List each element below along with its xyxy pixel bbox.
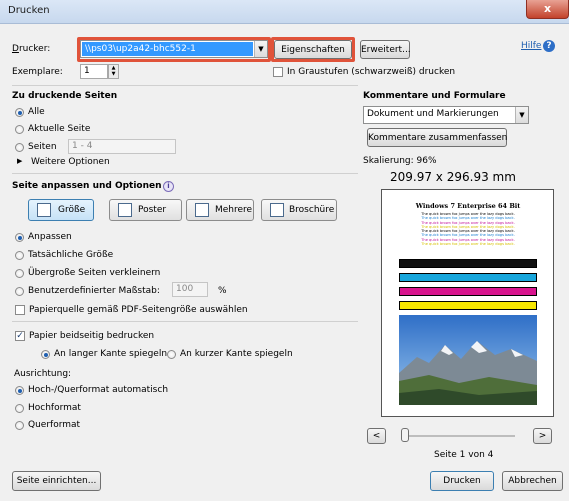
size-mode-button[interactable]: Größe: [28, 199, 94, 221]
radio-custom-scale[interactable]: [15, 287, 24, 296]
radio-pages-label: Seiten: [28, 142, 57, 152]
title-bar: [0, 0, 569, 24]
pages-header: Zu druckende Seiten: [12, 91, 118, 101]
printer-select[interactable]: \\ps03\up2a42-bhc552-1 ▼: [80, 40, 268, 58]
comments-value: Dokument und Markierungen: [367, 109, 499, 119]
triangle-right-icon[interactable]: ▶: [17, 157, 22, 165]
paper-source-label: Papierquelle gemäß PDF-Seitengröße auswä…: [29, 305, 248, 315]
radio-all-label: Alle: [28, 107, 45, 117]
radio-portrait-label: Hochformat: [28, 403, 81, 413]
poster-icon: [118, 203, 132, 217]
more-options-link[interactable]: Weitere Optionen: [31, 157, 110, 167]
poster-mode-button[interactable]: Poster: [109, 199, 182, 221]
help-link[interactable]: Hilfe: [521, 41, 541, 51]
page-setup-button[interactable]: Seite einrichten...: [12, 471, 101, 491]
chevron-down-icon[interactable]: ▼: [515, 107, 528, 123]
copies-label: Exemplare:: [12, 67, 63, 77]
radio-fit[interactable]: [15, 233, 24, 242]
page-slider-thumb[interactable]: [401, 428, 409, 442]
preview-sample-text: The quick brown fox jumps over the lazy …: [421, 212, 515, 247]
print-preview: Windows 7 Enterprise 64 Bit The quick br…: [381, 189, 554, 417]
magenta-bar: [399, 287, 537, 296]
yellow-bar: [399, 301, 537, 310]
scale-label: Skalierung: 96%: [363, 156, 437, 166]
page-info: Seite 1 von 4: [434, 450, 494, 460]
radio-actual-label: Tatsächliche Größe: [28, 250, 114, 260]
multiple-pages-icon: [195, 203, 209, 217]
orientation-label: Ausrichtung:: [14, 369, 72, 379]
duplex-label: Papier beidseitig bedrucken: [29, 331, 155, 341]
divider: [12, 321, 358, 322]
printer-value: \\ps03\up2a42-bhc552-1: [82, 42, 253, 56]
radio-all[interactable]: [15, 108, 24, 117]
size-mode-label: Größe: [58, 205, 86, 215]
size-icon: [37, 203, 51, 217]
poster-mode-label: Poster: [138, 205, 167, 215]
sizing-header: Seite anpassen und Optionen: [12, 181, 162, 191]
printer-label: Drucker:: [12, 44, 51, 54]
booklet-icon: [270, 203, 284, 217]
radio-auto-label: Hoch-/Querformat automatisch: [28, 385, 169, 395]
multiple-mode-label: Mehrere: [215, 205, 253, 215]
chevron-down-icon[interactable]: ▼: [254, 41, 267, 57]
radio-landscape-label: Querformat: [28, 420, 81, 430]
properties-button[interactable]: Eigenschaften: [274, 40, 352, 59]
summarize-comments-button[interactable]: Kommentare zusammenfassen: [367, 128, 507, 147]
prev-page-button[interactable]: <: [367, 428, 386, 444]
radio-current-page[interactable]: [15, 125, 24, 134]
advanced-button[interactable]: Erweitert...: [360, 40, 411, 59]
radio-short-edge[interactable]: [167, 350, 176, 359]
grayscale-label: In Graustufen (schwarzweiß) drucken: [287, 67, 456, 77]
divider: [12, 173, 358, 174]
cancel-button[interactable]: Abbrechen: [502, 471, 563, 491]
print-button[interactable]: Drucken: [430, 471, 494, 491]
radio-short-edge-label: An kurzer Kante spiegeln: [180, 349, 293, 359]
radio-long-edge[interactable]: [41, 350, 50, 359]
page-size-label: 209.97 x 296.93 mm: [390, 170, 516, 184]
black-bar: [399, 259, 537, 268]
radio-long-edge-label: An langer Kante spiegeln: [54, 349, 168, 359]
percent-label: %: [218, 286, 227, 296]
help-icon[interactable]: ?: [543, 40, 555, 52]
copies-input[interactable]: 1: [80, 64, 108, 79]
comments-header: Kommentare und Formulare: [363, 91, 506, 101]
custom-scale-input[interactable]: 100: [172, 282, 208, 297]
divider: [12, 85, 358, 86]
info-icon[interactable]: i: [163, 181, 174, 192]
page-slider-track[interactable]: [405, 435, 515, 437]
radio-pages[interactable]: [15, 143, 24, 152]
landscape-photo: [399, 315, 537, 405]
window-title: Drucken: [8, 5, 50, 16]
radio-custom-label: Benutzerdefinierter Maßstab:: [28, 286, 160, 296]
radio-landscape[interactable]: [15, 421, 24, 430]
copies-stepper[interactable]: ▲ ▼: [108, 64, 119, 79]
close-button[interactable]: x: [526, 0, 569, 19]
next-page-button[interactable]: >: [533, 428, 552, 444]
radio-actual-size[interactable]: [15, 251, 24, 260]
radio-fit-label: Anpassen: [28, 232, 72, 242]
booklet-mode-label: Broschüre: [289, 205, 335, 215]
cyan-bar: [399, 273, 537, 282]
radio-auto-orientation[interactable]: [15, 386, 24, 395]
booklet-mode-button[interactable]: Broschüre: [261, 199, 337, 221]
radio-portrait[interactable]: [15, 404, 24, 413]
preview-doc-title: Windows 7 Enterprise 64 Bit: [415, 202, 521, 210]
multiple-mode-button[interactable]: Mehrere: [186, 199, 254, 221]
comments-select[interactable]: Dokument und Markierungen ▼: [363, 106, 529, 124]
pages-range-input[interactable]: 1 - 4: [68, 139, 176, 154]
radio-shrink-label: Übergroße Seiten verkleinern: [28, 268, 161, 278]
radio-shrink[interactable]: [15, 269, 24, 278]
paper-source-checkbox[interactable]: [15, 305, 25, 315]
radio-current-label: Aktuelle Seite: [28, 124, 91, 134]
duplex-checkbox[interactable]: ✓: [15, 331, 25, 341]
grayscale-checkbox[interactable]: [273, 67, 283, 77]
